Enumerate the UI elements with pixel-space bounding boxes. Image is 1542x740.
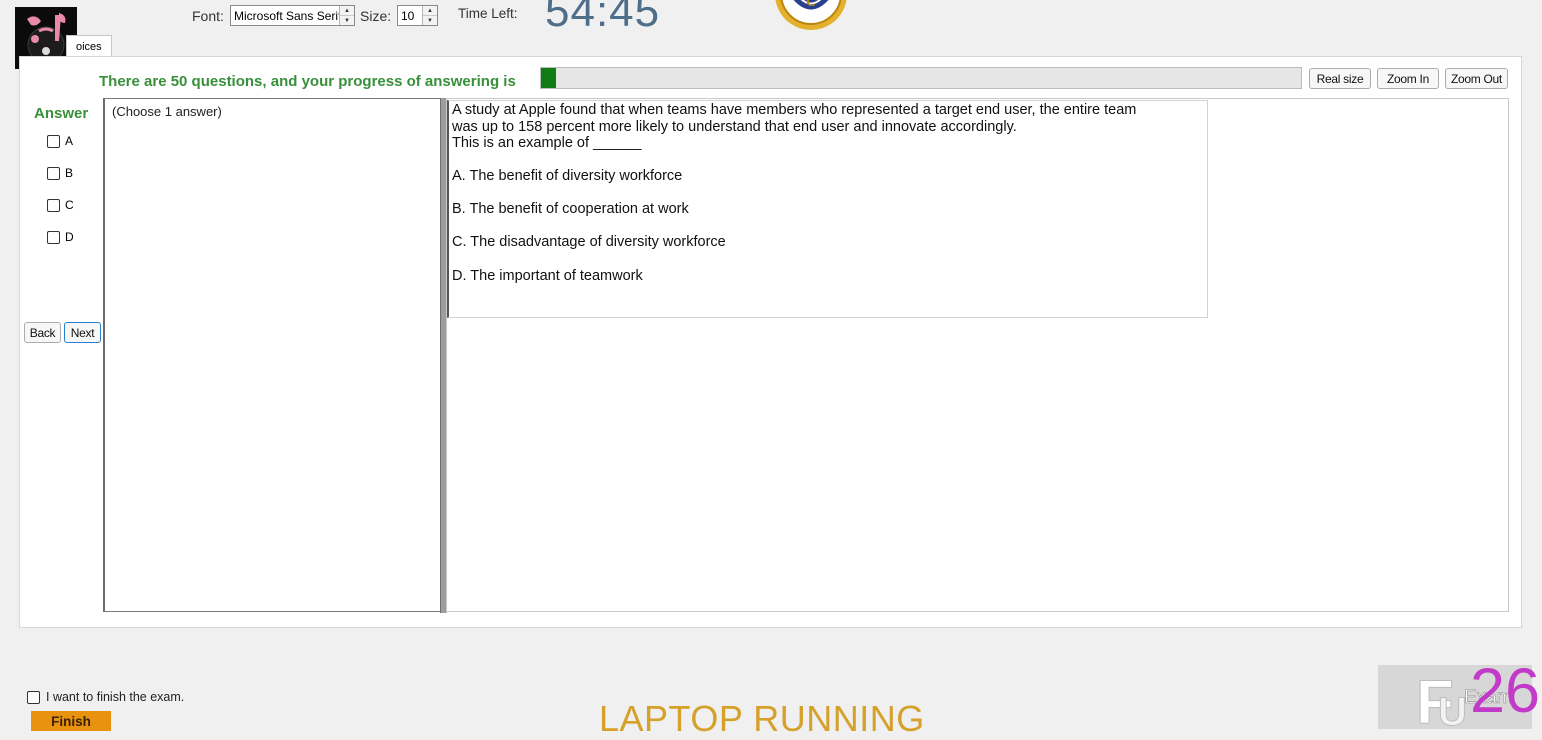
progress-bar-fill — [541, 68, 557, 88]
fu-exam-logo-icon: F U Exam 26 — [1378, 660, 1540, 729]
laptop-running-banner: LAPTOP RUNNING — [599, 698, 925, 739]
finish-confirm-checkbox[interactable] — [27, 690, 40, 704]
size-label: Size: — [360, 8, 392, 24]
spin-up-icon[interactable]: ▲ — [423, 6, 437, 15]
back-button[interactable]: Back — [24, 322, 61, 343]
answer-hint-box: (Choose 1 answer) — [103, 98, 441, 612]
real-size-button[interactable]: Real size — [1309, 68, 1371, 89]
spin-down-icon[interactable]: ▼ — [423, 15, 437, 25]
finish-confirm-label: I want to finish the exam. — [46, 690, 185, 704]
finish-button[interactable]: Finish — [31, 711, 111, 731]
question-choice-a: A. The benefit of diversity workforce — [452, 168, 683, 184]
brand-number: 26 — [1470, 656, 1541, 726]
answer-c-checkbox[interactable] — [47, 198, 60, 212]
progress-bar — [540, 67, 1302, 89]
question-choice-d: D. The important of teamwork — [452, 268, 643, 284]
question-choice-b: B. The benefit of cooperation at work — [452, 201, 689, 217]
spin-down-icon[interactable]: ▼ — [340, 15, 354, 25]
time-left-label: Time Left: — [458, 6, 518, 21]
answer-b-checkbox[interactable] — [47, 166, 60, 180]
answer-option-d[interactable]: D — [47, 230, 74, 244]
font-spin-arrows[interactable]: ▲ ▼ — [339, 6, 354, 25]
font-selector[interactable]: Microsoft Sans Serif ▲ ▼ — [230, 5, 355, 26]
finish-button-label: Finish — [51, 713, 91, 729]
question-line: This is an example of ______ — [452, 135, 642, 151]
size-stepper-value: 10 — [401, 8, 415, 23]
answer-title: Answer — [34, 105, 89, 122]
answer-a-checkbox[interactable] — [47, 134, 60, 148]
answer-option-a[interactable]: A — [47, 134, 73, 148]
answer-d-label: D — [65, 230, 74, 244]
next-button[interactable]: Next — [64, 322, 101, 343]
progress-text: There are 50 questions, and your progres… — [99, 73, 516, 90]
question-line: was up to 158 percent more likely to und… — [452, 118, 1017, 135]
zoom-out-button-label: Zoom Out — [1451, 71, 1502, 86]
question-line: A study at Apple found that when teams h… — [452, 102, 1137, 118]
size-stepper[interactable]: 10 ▲ ▼ — [397, 5, 438, 26]
zoom-out-button[interactable]: Zoom Out — [1445, 68, 1508, 89]
zoom-in-button-label: Zoom In — [1387, 71, 1429, 86]
answer-hint: (Choose 1 answer) — [112, 104, 222, 119]
size-spin-arrows[interactable]: ▲ ▼ — [422, 6, 437, 25]
answer-option-b[interactable]: B — [47, 166, 73, 180]
font-label: Font: — [192, 8, 224, 24]
answer-option-c[interactable]: C — [47, 198, 74, 212]
font-selector-value: Microsoft Sans Serif — [234, 8, 339, 23]
question-choice-c: C. The disadvantage of diversity workfor… — [452, 234, 726, 250]
answer-b-label: B — [65, 166, 74, 180]
finish-confirm[interactable]: I want to finish the exam. — [27, 690, 184, 704]
svg-text:C: C — [806, 0, 816, 10]
answer-c-label: C — [65, 198, 74, 212]
back-button-label: Back — [29, 325, 56, 340]
svg-text:U: U — [1438, 690, 1467, 729]
answer-a-label: A — [65, 134, 74, 148]
zoom-in-button[interactable]: Zoom In — [1377, 68, 1439, 89]
real-size-button-label: Real size — [1316, 71, 1364, 86]
club-crest-icon: C — [772, 0, 850, 32]
tab-choices[interactable]: oices — [66, 35, 112, 57]
question-box: A study at Apple found that when teams h… — [447, 100, 1208, 318]
answer-d-checkbox[interactable] — [47, 230, 60, 244]
next-button-label: Next — [70, 325, 95, 340]
spin-up-icon[interactable]: ▲ — [340, 6, 354, 15]
tab-choices-label: oices — [76, 41, 102, 53]
countdown-timer: 54:45 — [545, 0, 661, 36]
